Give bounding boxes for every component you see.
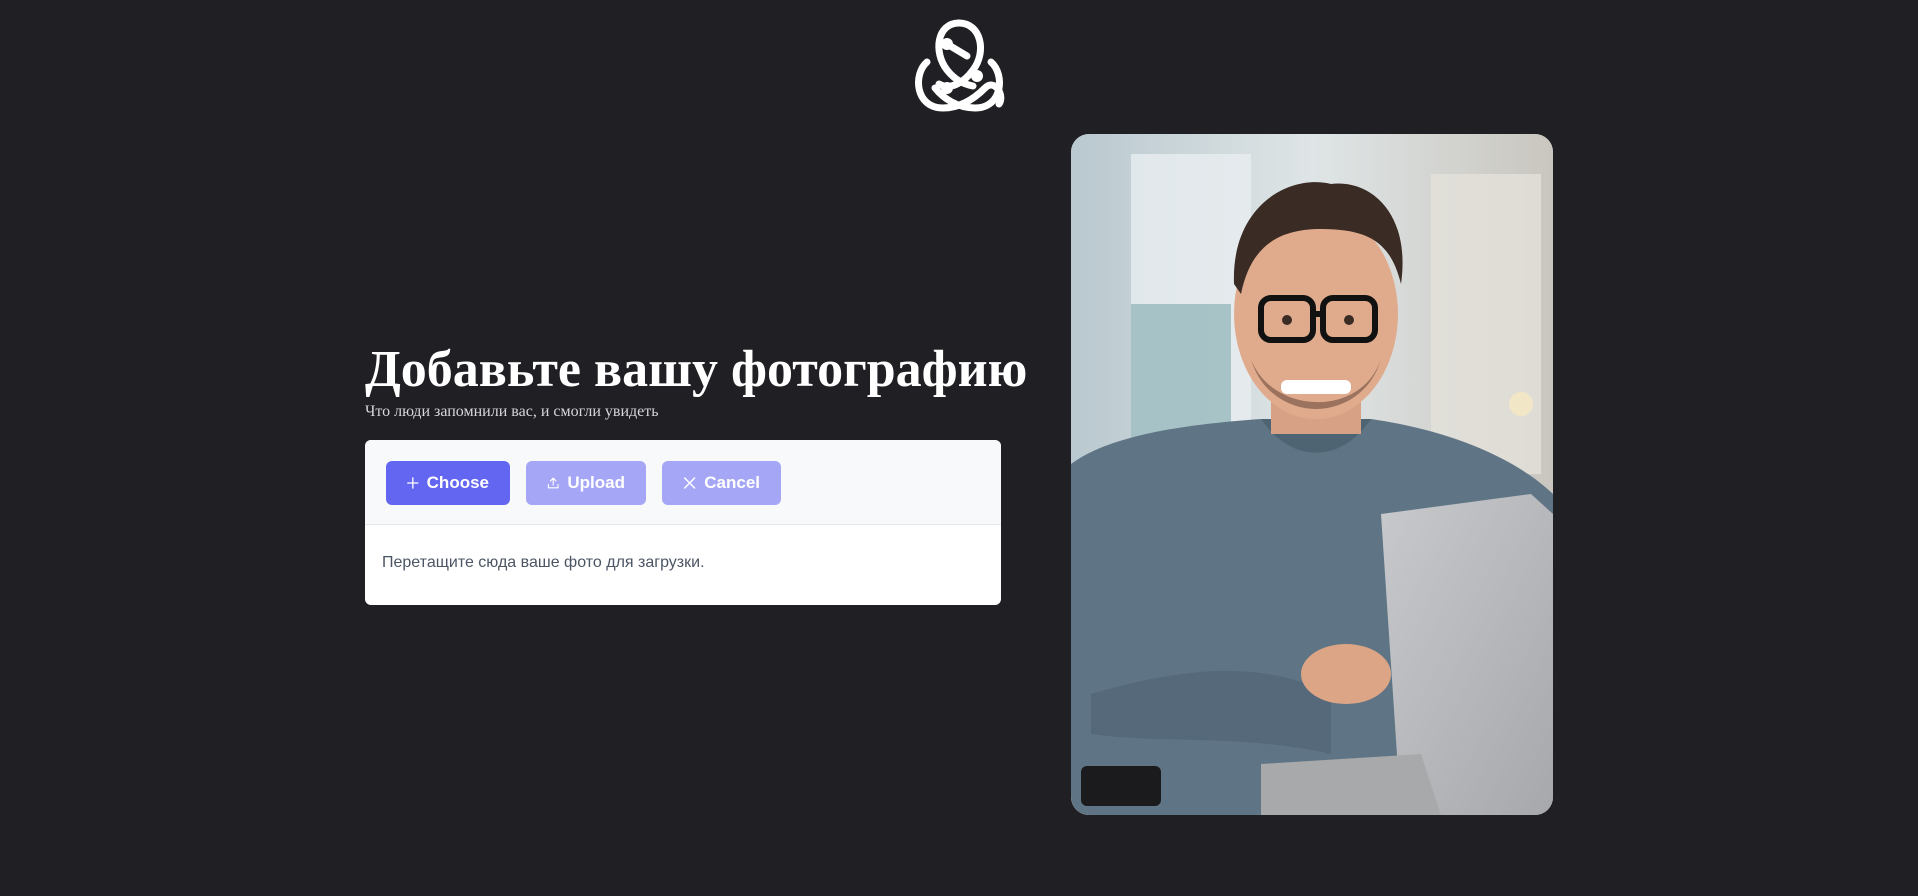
choose-button[interactable]: Choose bbox=[386, 461, 510, 505]
profile-photo-image bbox=[1071, 134, 1553, 815]
knot-logo-icon bbox=[915, 19, 1005, 112]
dropzone-text: Перетащите сюда ваше фото для загрузки. bbox=[382, 554, 705, 571]
upload-button[interactable]: Upload bbox=[526, 461, 646, 505]
upload-icon bbox=[547, 477, 559, 489]
page-title: Добавьте вашу фотографию bbox=[365, 341, 1028, 398]
profile-photo bbox=[1071, 134, 1553, 815]
choose-button-label: Choose bbox=[426, 473, 489, 492]
cancel-button-label: Cancel bbox=[704, 473, 760, 492]
cancel-button[interactable]: Cancel bbox=[662, 461, 781, 505]
uploader-toolbar: Choose Upload Cancel bbox=[365, 440, 1001, 525]
file-uploader: Choose Upload Cancel Перетащите сюда ваш… bbox=[365, 440, 1001, 605]
upload-section: Добавьте вашу фотографию Что люди запомн… bbox=[365, 340, 1028, 605]
plus-icon bbox=[407, 477, 419, 489]
close-icon bbox=[683, 477, 696, 489]
upload-button-label: Upload bbox=[567, 473, 625, 492]
page-subtitle: Что люди запомнили вас, и смогли увидеть bbox=[365, 403, 659, 420]
page: Добавьте вашу фотографию Что люди запомн… bbox=[0, 0, 1918, 896]
dropzone[interactable]: Перетащите сюда ваше фото для загрузки. bbox=[365, 525, 1001, 605]
